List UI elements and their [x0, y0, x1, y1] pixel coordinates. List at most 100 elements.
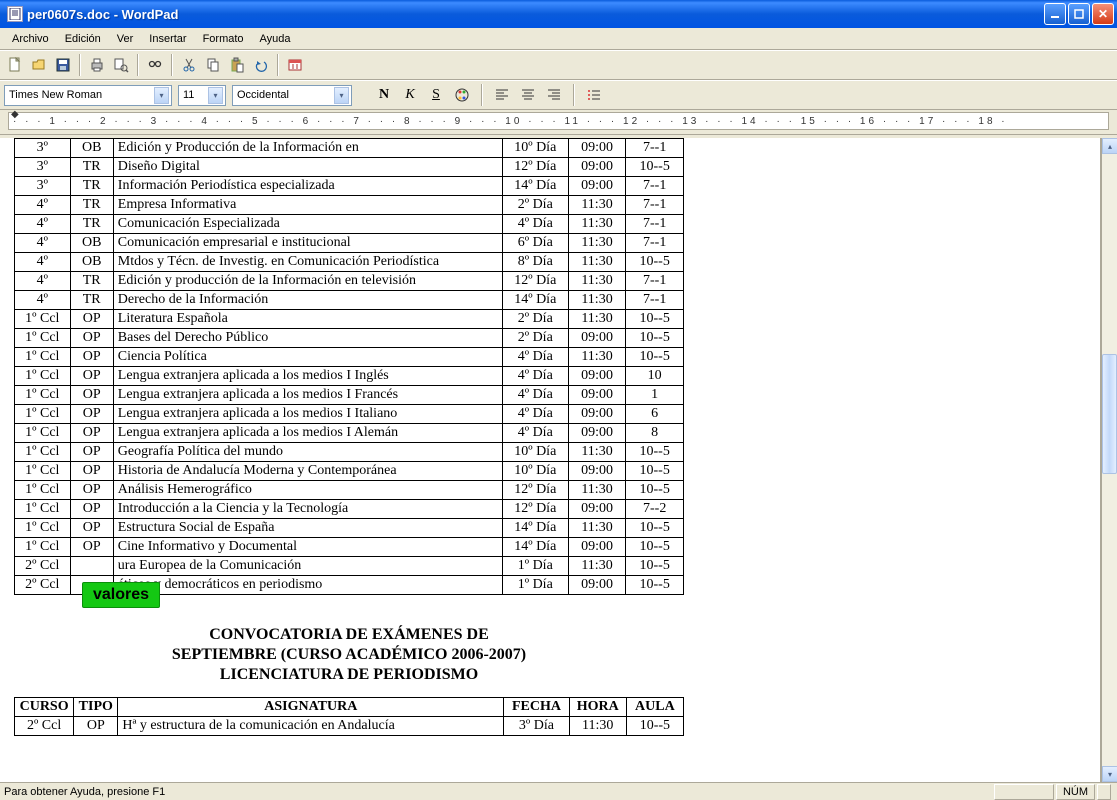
menu-insertar[interactable]: Insertar	[141, 31, 194, 47]
underline-button[interactable]: S	[426, 85, 446, 105]
table-cell: 09:00	[568, 139, 626, 158]
print-preview-icon[interactable]	[110, 54, 132, 76]
font-size-combo[interactable]: 11 ▾	[178, 85, 226, 106]
table-cell: Literatura Española	[113, 310, 502, 329]
table-cell: 4º	[15, 196, 71, 215]
table-cell: OP	[70, 348, 113, 367]
table-cell: TR	[70, 158, 113, 177]
vertical-scrollbar[interactable]: ▴ ▾	[1101, 138, 1117, 782]
chevron-down-icon[interactable]: ▾	[154, 87, 169, 104]
paste-icon[interactable]	[226, 54, 248, 76]
table-cell: 7--1	[626, 139, 684, 158]
copy-icon[interactable]	[202, 54, 224, 76]
table-cell: 3º Día	[504, 717, 569, 736]
font-name-value: Times New Roman	[9, 89, 102, 101]
table-cell: 2º Día	[502, 329, 568, 348]
menu-archivo[interactable]: Archivo	[4, 31, 57, 47]
maximize-button[interactable]	[1068, 3, 1090, 25]
table-cell: 09:00	[568, 158, 626, 177]
save-icon[interactable]	[52, 54, 74, 76]
table-cell: 2º Ccl	[15, 717, 74, 736]
header-fecha: FECHA	[504, 698, 569, 717]
bold-button[interactable]: N	[374, 85, 394, 105]
table-row: 1º CclOPBases del Derecho Público2º Día0…	[15, 329, 684, 348]
table-cell: 09:00	[568, 576, 626, 595]
table-cell: OP	[70, 424, 113, 443]
minimize-button[interactable]	[1044, 3, 1066, 25]
table-cell: 1º Ccl	[15, 310, 71, 329]
datetime-icon[interactable]	[284, 54, 306, 76]
table-cell: 12º Día	[502, 481, 568, 500]
table-row: 3ºTRInformación Periodística especializa…	[15, 177, 684, 196]
ruler[interactable]: ◆ · · · 1 · · · 2 · · · 3 · · · 4 · · · …	[8, 112, 1109, 130]
table-row: 4ºTREmpresa Informativa2º Día11:307--1	[15, 196, 684, 215]
print-icon[interactable]	[86, 54, 108, 76]
table-cell: 7--1	[626, 215, 684, 234]
table-cell: Diseño Digital	[113, 158, 502, 177]
table-cell: Historia de Andalucía Moderna y Contempo…	[113, 462, 502, 481]
table-cell: 11:30	[568, 519, 626, 538]
undo-icon[interactable]	[250, 54, 272, 76]
bullets-button[interactable]	[584, 85, 604, 105]
table-cell: ura Europea de la Comunicación	[113, 557, 502, 576]
chevron-down-icon[interactable]: ▾	[208, 87, 223, 104]
table-row: 4ºTRComunicación Especializada4º Día11:3…	[15, 215, 684, 234]
font-name-combo[interactable]: Times New Roman ▾	[4, 85, 172, 106]
table-row: 1º CclOPCine Informativo y Documental14º…	[15, 538, 684, 557]
find-icon[interactable]	[144, 54, 166, 76]
italic-button[interactable]: K	[400, 85, 420, 105]
font-script-combo[interactable]: Occidental ▾	[232, 85, 352, 106]
table-cell: 10--5	[626, 576, 684, 595]
document-area[interactable]: 3ºOBEdición y Producción de la Informaci…	[0, 138, 1101, 782]
table-cell: 14º Día	[502, 538, 568, 557]
scroll-down-icon[interactable]: ▾	[1102, 766, 1117, 782]
menu-formato[interactable]: Formato	[195, 31, 252, 47]
chevron-down-icon[interactable]: ▾	[334, 87, 349, 104]
table-cell: 1º Ccl	[15, 424, 71, 443]
table-cell: 14º Día	[502, 177, 568, 196]
table-cell: OP	[70, 462, 113, 481]
open-icon[interactable]	[28, 54, 50, 76]
scroll-track[interactable]	[1102, 154, 1117, 766]
title-bar: per0607s.doc - WordPad ✕	[0, 0, 1117, 28]
ruler-area: ◆ · · · 1 · · · 2 · · · 3 · · · 4 · · · …	[0, 110, 1117, 135]
scroll-thumb[interactable]	[1102, 354, 1117, 474]
table-cell: 11:30	[568, 196, 626, 215]
table-cell: 1º Ccl	[15, 519, 71, 538]
table-cell: 10--5	[626, 538, 684, 557]
table-cell: 09:00	[568, 367, 626, 386]
table-cell: Comunicación Especializada	[113, 215, 502, 234]
table-cell: 6º Día	[502, 234, 568, 253]
table-cell: 10	[626, 367, 684, 386]
table-cell: OP	[70, 367, 113, 386]
menu-edicion[interactable]: Edición	[57, 31, 109, 47]
table-cell: 10--5	[626, 158, 684, 177]
table-row: 1º CclOPAnálisis Hemerográfico12º Día11:…	[15, 481, 684, 500]
table-cell: 4º Día	[502, 424, 568, 443]
table-cell: Lengua extranjera aplicada a los medios …	[113, 367, 502, 386]
menu-bar: Archivo Edición Ver Insertar Formato Ayu…	[0, 28, 1117, 50]
close-button[interactable]: ✕	[1092, 3, 1114, 25]
table-row: 1º CclOPLengua extranjera aplicada a los…	[15, 386, 684, 405]
align-center-button[interactable]	[518, 85, 538, 105]
scroll-up-icon[interactable]: ▴	[1102, 138, 1117, 154]
table-cell: 8º Día	[502, 253, 568, 272]
header-asignatura: ASIGNATURA	[118, 698, 504, 717]
table-row: 4ºTRDerecho de la Información14º Día11:3…	[15, 291, 684, 310]
align-right-button[interactable]	[544, 85, 564, 105]
table-cell: OP	[70, 329, 113, 348]
cut-icon[interactable]	[178, 54, 200, 76]
color-button[interactable]	[452, 85, 472, 105]
menu-ver[interactable]: Ver	[109, 31, 142, 47]
menu-ayuda[interactable]: Ayuda	[252, 31, 299, 47]
align-left-button[interactable]	[492, 85, 512, 105]
table-row: 1º CclOPGeografía Política del mundo10º …	[15, 443, 684, 462]
table-cell: 11:30	[568, 557, 626, 576]
table-row: 1º CclOPLengua extranjera aplicada a los…	[15, 367, 684, 386]
new-icon[interactable]	[4, 54, 26, 76]
table-cell: 1º Ccl	[15, 443, 71, 462]
table-cell: 11:30	[568, 253, 626, 272]
table-cell: OB	[70, 234, 113, 253]
table-cell: 09:00	[568, 538, 626, 557]
table-cell: Comunicación empresarial e institucional	[113, 234, 502, 253]
